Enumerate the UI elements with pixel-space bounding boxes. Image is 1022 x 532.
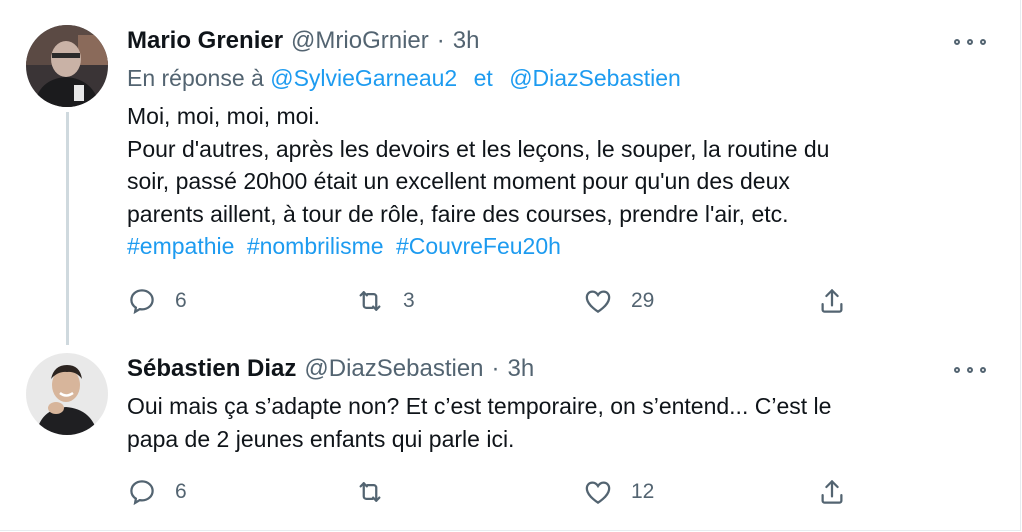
mention-link[interactable]: @DiazSebastien — [509, 65, 681, 91]
tweet-mario-grenier[interactable]: Mario Grenier @MrioGrnier · 3h En répons… — [0, 0, 1022, 345]
tweet-text: Moi, moi, moi, moi. Pour d'autres, après… — [127, 103, 830, 227]
separator-dot: · — [436, 27, 445, 54]
more-icon[interactable] — [954, 32, 986, 52]
tweet-actions: 6 3 29 — [127, 284, 867, 318]
tweet-header: Mario Grenier @MrioGrnier · 3h — [127, 24, 992, 58]
like-count: 29 — [631, 289, 655, 312]
share-icon — [821, 289, 843, 313]
retweet-icon — [359, 291, 381, 311]
retweet-button[interactable]: 3 — [355, 284, 415, 318]
reply-icon — [130, 289, 154, 315]
like-button[interactable]: 29 — [583, 284, 654, 318]
tweet-content: Mario Grenier @MrioGrnier · 3h En répons… — [127, 24, 992, 262]
author-name[interactable]: Mario Grenier — [127, 24, 283, 58]
hashtag-link[interactable]: #CouvreFeu20h — [396, 233, 561, 259]
hashtag-link[interactable]: #nombrilisme — [247, 233, 384, 259]
retweet-count: 3 — [403, 289, 415, 312]
reply-context: En réponse à @SylvieGarneau2 et @DiazSeb… — [127, 62, 992, 94]
share-button[interactable] — [817, 284, 847, 318]
reply-button[interactable]: 6 — [127, 284, 187, 318]
author-handle[interactable]: @MrioGrnier — [291, 24, 429, 58]
reply-count: 6 — [175, 289, 187, 312]
mention-link[interactable]: @SylvieGarneau2 — [270, 65, 457, 91]
avatar[interactable] — [26, 25, 108, 107]
timestamp[interactable]: 3h — [453, 24, 480, 58]
heart-icon — [585, 290, 611, 313]
reply-and: et — [473, 65, 493, 91]
avatar[interactable] — [26, 353, 108, 435]
thread-line — [66, 112, 69, 345]
hashtag-link[interactable]: #empathie — [127, 233, 234, 259]
reply-prefix: En réponse à — [127, 65, 264, 91]
hashtags: #empathie #nombrilisme #CouvreFeu20h — [127, 230, 992, 262]
